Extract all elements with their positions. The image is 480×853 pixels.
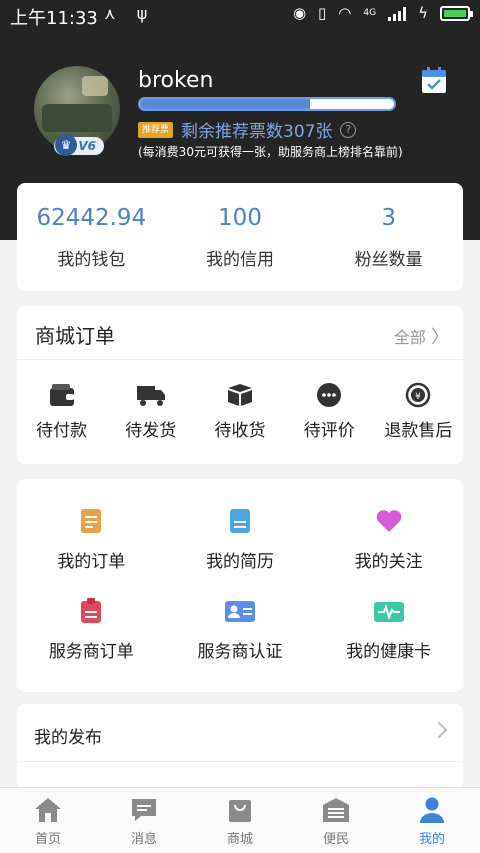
publish-label: 我的发布 xyxy=(34,728,102,748)
stat-label: 我的钱包 xyxy=(57,250,126,270)
stat-value: 100 xyxy=(218,205,262,231)
vote-ticket-tag: 推荐票 xyxy=(138,121,174,138)
my-health-card[interactable]: 我的健康卡 xyxy=(314,597,463,687)
my-publish-row[interactable]: 我的发布 xyxy=(17,704,463,762)
provider-certification[interactable]: 服务商认证 xyxy=(166,597,315,687)
order-pending-review[interactable]: 待评价 xyxy=(285,382,374,441)
order-list-icon xyxy=(81,509,102,533)
box-icon xyxy=(228,384,252,406)
refund-icon: ¥ xyxy=(406,382,431,408)
svg-text:¥: ¥ xyxy=(416,392,422,402)
stat-label: 粉丝数量 xyxy=(354,250,423,270)
stats-card: 62442.94 我的钱包 100 我的信用 3 粉丝数量 xyxy=(17,183,463,291)
feature-label: 服务商认证 xyxy=(197,642,283,662)
signal-icon xyxy=(388,6,407,21)
order-label: 待付款 xyxy=(36,421,88,441)
usb-icon: ⋏ ψ xyxy=(104,4,156,23)
shop-bag-icon xyxy=(229,800,251,822)
tab-mall[interactable]: 商城 xyxy=(192,788,288,853)
feature-label: 我的健康卡 xyxy=(346,642,432,662)
stat-value: 62442.94 xyxy=(36,205,147,231)
building-icon xyxy=(323,798,349,822)
order-pending-shipment[interactable]: 待发货 xyxy=(106,382,195,441)
calendar-icon[interactable] xyxy=(421,66,447,94)
feature-label: 服务商订单 xyxy=(48,642,134,662)
health-card-icon xyxy=(373,602,404,622)
crown-icon: ♛ xyxy=(55,134,77,156)
order-refund[interactable]: ¥ 退款售后 xyxy=(374,382,463,441)
vote-note: (每消费30元可获得一张，助服务商上榜排名靠前) xyxy=(138,145,403,159)
stat-wallet[interactable]: 62442.94 我的钱包 xyxy=(17,183,166,291)
status-bar: 上午11:33 ⋏ ψ ◉ ▯ ◠ 4G ϟ xyxy=(0,0,480,32)
tab-home[interactable]: 首页 xyxy=(0,788,96,853)
network-type: 4G xyxy=(363,8,377,18)
resume-icon xyxy=(229,509,250,533)
tab-label: 首页 xyxy=(34,832,61,847)
feature-label: 我的订单 xyxy=(57,552,126,572)
order-label: 待发货 xyxy=(125,421,177,441)
home-icon xyxy=(35,798,61,822)
username: broken xyxy=(138,68,214,93)
orders-title: 商城订单 xyxy=(35,324,115,348)
id-card-icon xyxy=(224,601,255,622)
my-follows[interactable]: 我的关注 xyxy=(314,507,463,597)
order-label: 退款售后 xyxy=(384,421,453,441)
battery-icon xyxy=(440,5,473,21)
my-resume[interactable]: 我的简历 xyxy=(166,507,315,597)
status-time: 上午11:33 xyxy=(10,8,98,29)
orders-header: 商城订单 全部 〉 xyxy=(17,306,463,360)
order-pending-payment[interactable]: 待付款 xyxy=(17,382,106,441)
tab-label: 便民 xyxy=(322,832,349,847)
mute-icon: ◉ xyxy=(292,4,307,22)
tab-convenience[interactable]: 便民 xyxy=(288,788,384,853)
level-progress-bar xyxy=(138,97,396,111)
stat-credit[interactable]: 100 我的信用 xyxy=(166,183,315,291)
user-icon xyxy=(420,797,444,823)
provider-order-icon xyxy=(81,598,102,623)
chevron-right-icon: 〉 xyxy=(431,327,449,348)
tab-label: 消息 xyxy=(130,832,157,847)
truck-icon xyxy=(136,386,165,406)
tab-label: 我的 xyxy=(418,832,445,847)
vibrate-icon: ▯ xyxy=(318,4,327,22)
votes-remaining: 剩余推荐票数307张 xyxy=(181,122,333,142)
provider-orders[interactable]: 服务商订单 xyxy=(17,597,166,687)
bottom-tab-bar: 首页 消息 商城 便民 我的 xyxy=(0,787,480,853)
tab-mine[interactable]: 我的 xyxy=(384,788,480,853)
order-label: 待收货 xyxy=(214,421,266,441)
my-orders[interactable]: 我的订单 xyxy=(17,507,166,597)
vote-row: 推荐票 剩余推荐票数307张 ? xyxy=(138,117,357,142)
tab-label: 商城 xyxy=(226,832,253,847)
order-label: 待评价 xyxy=(303,421,355,441)
features-card: 我的订单 我的简历 我的关注 服务商订单 服务商认证 我的健康卡 xyxy=(17,479,463,692)
order-pending-receipt[interactable]: 待收货 xyxy=(195,382,284,441)
publish-card: 我的发布 xyxy=(17,704,463,794)
wifi-icon: ◠ xyxy=(338,4,352,22)
comment-icon xyxy=(317,383,342,407)
help-icon[interactable]: ? xyxy=(340,121,357,138)
orders-all-link[interactable]: 全部 〉 xyxy=(394,323,449,349)
wallet-icon xyxy=(49,384,74,406)
heart-icon xyxy=(376,510,401,532)
chevron-right-icon xyxy=(430,721,448,739)
feature-label: 我的关注 xyxy=(354,552,423,572)
feature-label: 我的简历 xyxy=(205,552,274,572)
stat-fans[interactable]: 3 粉丝数量 xyxy=(314,183,463,291)
stat-label: 我的信用 xyxy=(206,250,274,270)
mall-orders-card: 商城订单 全部 〉 待付款 待发货 待收货 待评价 ¥ 退款售后 xyxy=(17,306,463,464)
tab-messages[interactable]: 消息 xyxy=(96,788,192,853)
message-icon xyxy=(132,799,156,821)
charging-icon: ϟ xyxy=(418,4,428,22)
stat-value: 3 xyxy=(381,205,396,231)
